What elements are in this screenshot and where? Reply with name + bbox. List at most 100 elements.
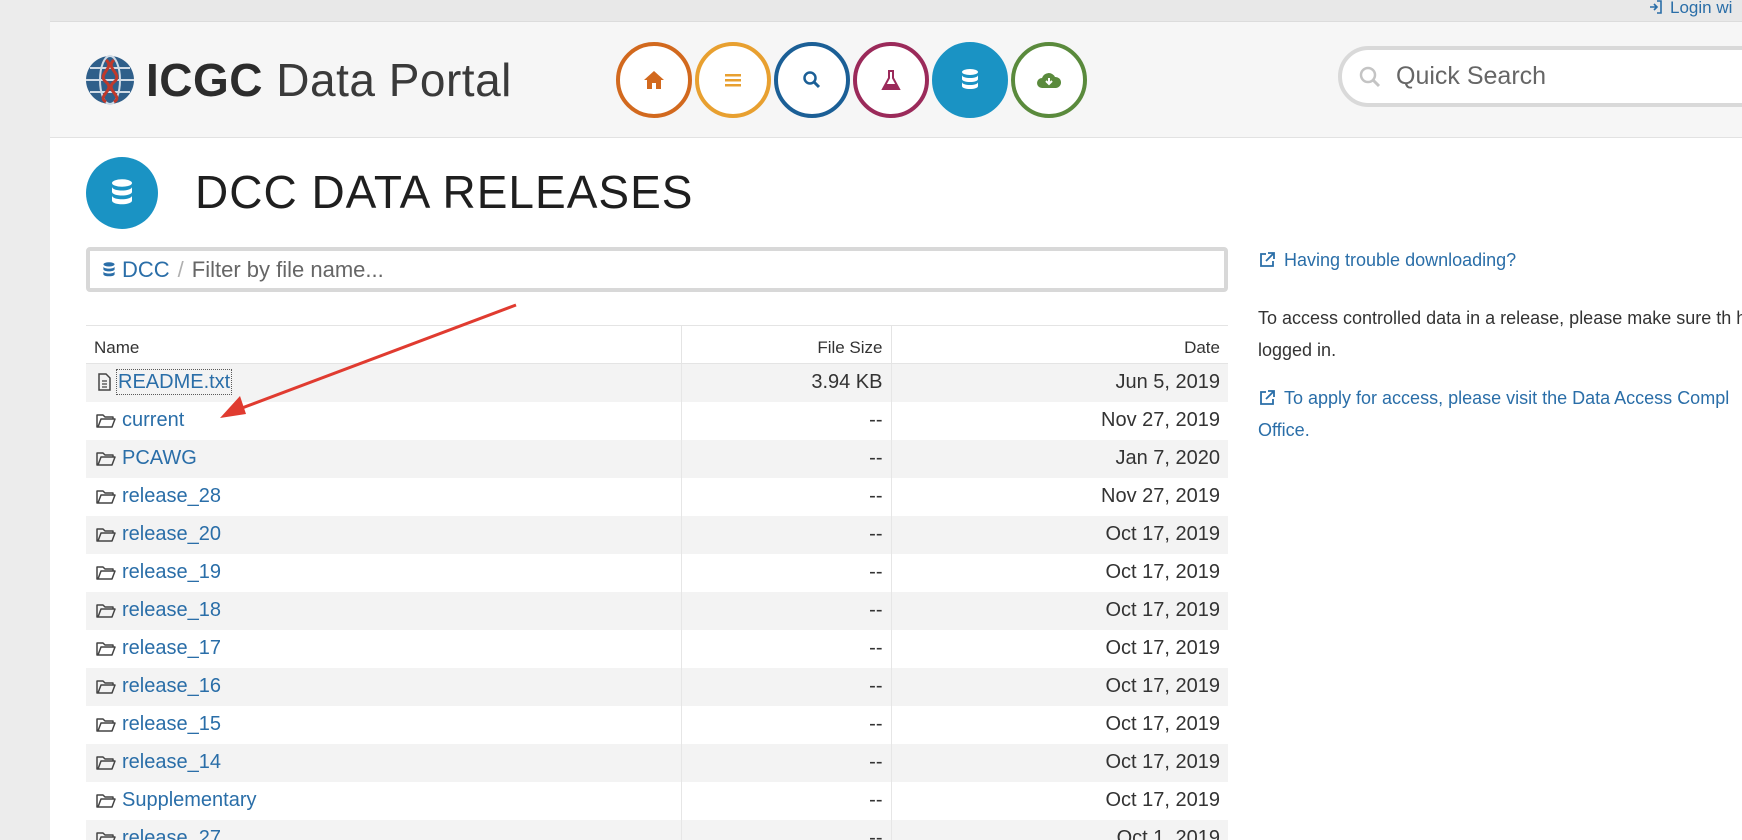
- folder-link[interactable]: release_28: [122, 485, 221, 507]
- menu-nav-button[interactable]: [695, 42, 771, 118]
- file-size-cell: --: [681, 705, 892, 744]
- home-icon: [644, 71, 664, 89]
- file-link[interactable]: README.txt: [115, 369, 233, 396]
- top-bar: Login wi: [50, 0, 1742, 22]
- folder-icon: [96, 490, 116, 504]
- analysis-nav-button[interactable]: [853, 42, 929, 118]
- table-row: current -- Nov 27, 2019: [86, 401, 1228, 440]
- file-text-icon: [98, 373, 111, 391]
- folder-icon: [96, 566, 116, 580]
- file-date-cell: Oct 17, 2019: [1105, 637, 1220, 659]
- folder-icon: [96, 756, 116, 770]
- folder-link[interactable]: release_18: [122, 599, 221, 621]
- home-nav-button[interactable]: [616, 42, 692, 118]
- database-icon: [112, 179, 132, 205]
- file-size-cell: --: [681, 553, 892, 592]
- column-header-size[interactable]: File Size: [681, 325, 892, 364]
- table-row: release_18 -- Oct 17, 2019: [86, 591, 1228, 630]
- access-info-text: To access controlled data in a release, …: [1258, 308, 1742, 360]
- folder-link[interactable]: release_15: [122, 713, 221, 735]
- file-size-cell: --: [681, 743, 892, 782]
- file-name-cell: release_28: [86, 477, 682, 516]
- folder-link[interactable]: Supplementary: [122, 789, 257, 811]
- folder-icon: [96, 642, 116, 656]
- table-row: release_16 -- Oct 17, 2019: [86, 667, 1228, 706]
- folder-link[interactable]: release_27: [122, 827, 221, 840]
- folder-icon: [96, 528, 116, 542]
- trouble-downloading-label: Having trouble downloading?: [1284, 250, 1517, 270]
- file-size-cell: --: [681, 477, 892, 516]
- folder-link[interactable]: PCAWG: [122, 447, 197, 469]
- file-size-cell: --: [681, 667, 892, 706]
- column-header-date[interactable]: Date: [891, 325, 1228, 364]
- trouble-downloading-link[interactable]: Having trouble downloading?: [1258, 250, 1516, 271]
- folder-icon: [96, 832, 116, 840]
- file-name-cell: release_17: [86, 629, 682, 668]
- file-size-cell: --: [681, 515, 892, 554]
- folder-icon: [96, 452, 116, 466]
- file-filter-bar[interactable]: DCC /: [86, 247, 1228, 292]
- list-icon: [725, 74, 741, 87]
- table-row: PCAWG -- Jan 7, 2020: [86, 439, 1228, 478]
- file-size-cell: --: [681, 629, 892, 668]
- table-row: release_20 -- Oct 17, 2019: [86, 515, 1228, 554]
- logo[interactable]: ICGC Data Portal: [84, 52, 512, 108]
- file-date-cell: Oct 17, 2019: [1105, 561, 1220, 583]
- file-date-cell: Oct 17, 2019: [1105, 751, 1220, 773]
- quick-search-input[interactable]: [1396, 62, 1742, 91]
- file-name-cell: release_27: [86, 819, 682, 840]
- page: Login wi ICGC Data Portal Quick Search D…: [50, 0, 1742, 840]
- file-name-cell: release_18: [86, 591, 682, 630]
- folder-icon: [96, 718, 116, 732]
- table-row: README.txt 3.94 KB Jun 5, 2019: [86, 363, 1228, 402]
- search-icon: [1359, 66, 1381, 87]
- folder-link[interactable]: release_20: [122, 523, 221, 545]
- file-name-cell: current: [86, 401, 682, 440]
- breadcrumb-dcc[interactable]: DCC: [122, 257, 170, 283]
- database-icon: [962, 69, 978, 89]
- file-name-cell: README.txt: [86, 363, 682, 402]
- file-name-cell: release_19: [86, 553, 682, 592]
- external-link-icon: [1260, 390, 1275, 405]
- file-size-cell: --: [681, 591, 892, 630]
- folder-icon: [96, 414, 116, 428]
- quick-search[interactable]: [1338, 46, 1742, 107]
- column-header-name[interactable]: Name: [86, 325, 682, 364]
- apply-access-link[interactable]: To apply for access, please visit the Da…: [1258, 382, 1742, 446]
- file-date-cell: Jan 7, 2020: [1115, 447, 1220, 469]
- file-name-cell: release_20: [86, 515, 682, 554]
- filter-input[interactable]: [191, 256, 1092, 283]
- file-size-cell: --: [681, 781, 892, 820]
- header: ICGC Data Portal: [50, 22, 1742, 138]
- folder-link[interactable]: release_14: [122, 751, 221, 773]
- file-size-cell: 3.94 KB: [681, 363, 892, 402]
- file-date-cell: Nov 27, 2019: [1101, 409, 1220, 431]
- page-title: DCC DATA RELEASES: [195, 166, 694, 218]
- file-name-cell: Supplementary: [86, 781, 682, 820]
- download-nav-button[interactable]: [1011, 42, 1087, 118]
- login-link[interactable]: Login wi: [1648, 0, 1732, 18]
- table-header-row: Name File Size Date: [86, 325, 1228, 364]
- folder-link[interactable]: release_16: [122, 675, 221, 697]
- folder-link[interactable]: current: [122, 409, 184, 431]
- table-row: release_27 -- Oct 1, 2019: [86, 819, 1228, 840]
- breadcrumb-separator: /: [177, 256, 184, 282]
- login-label: Login wi: [1670, 0, 1733, 17]
- folder-icon: [96, 680, 116, 694]
- file-date-cell: Nov 27, 2019: [1101, 485, 1220, 507]
- table-row: release_28 -- Nov 27, 2019: [86, 477, 1228, 516]
- folder-icon: [96, 604, 116, 618]
- file-date-cell: Oct 1, 2019: [1116, 827, 1220, 840]
- apply-access-label: To apply for access, please visit the Da…: [1258, 388, 1730, 440]
- folder-link[interactable]: release_17: [122, 637, 221, 659]
- folder-link[interactable]: release_19: [122, 561, 221, 583]
- file-rows: README.txt 3.94 KB Jun 5, 2019 current -- Nov…: [86, 363, 1228, 840]
- data-releases-nav-button[interactable]: [932, 42, 1008, 118]
- file-date-cell: Oct 17, 2019: [1105, 675, 1220, 697]
- table-row: release_17 -- Oct 17, 2019: [86, 629, 1228, 668]
- logo-text: ICGC Data Portal: [146, 54, 512, 106]
- flask-icon: [881, 70, 901, 90]
- search-nav-button[interactable]: [774, 42, 850, 118]
- file-size-cell: --: [681, 401, 892, 440]
- table-row: release_15 -- Oct 17, 2019: [86, 705, 1228, 744]
